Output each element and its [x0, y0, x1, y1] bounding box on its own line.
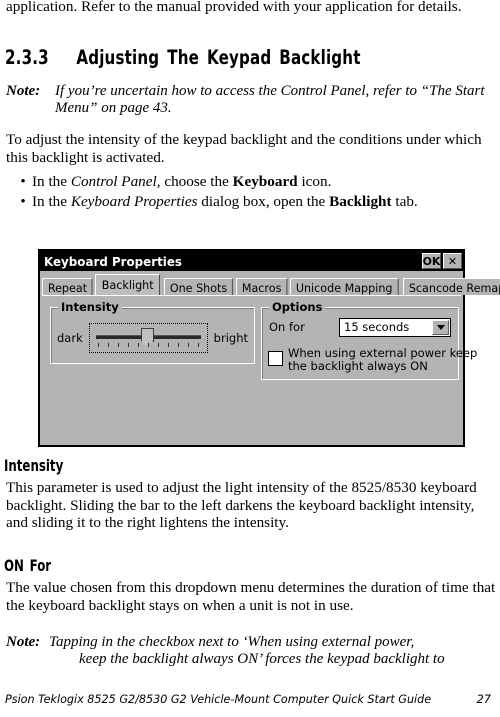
note-top: Note: If you’re uncertain how to access … — [6, 83, 498, 118]
on-for-value: 15 seconds — [344, 320, 410, 334]
dialog-tabstrip: Repeat Backlight One Shots Macros Unicod… — [40, 271, 500, 295]
section-heading: 2.3.3 Adjusting The Keypad Backlight — [5, 46, 361, 69]
slider-dark-label: dark — [57, 331, 83, 345]
slider-tick — [197, 343, 199, 347]
slider-tick — [147, 343, 149, 347]
list-item-text: In the Control Panel, choose the Keyboar… — [32, 172, 476, 192]
tab-scancode-remapping[interactable]: Scancode Remapping — [402, 278, 500, 295]
bullet-0-italic: Control Panel — [70, 173, 157, 190]
note-bottom-line-2: keep the backlight always ON’ forces the… — [79, 651, 445, 668]
subheading-intensity: Intensity — [4, 456, 64, 475]
list-item-text: In the Keyboard Properties dialog box, o… — [32, 192, 476, 212]
tab-repeat[interactable]: Repeat — [42, 278, 93, 295]
note-top-label: Note: — [6, 83, 41, 99]
footer-text: Psion Teklogix 8525 G2/8530 G2 Vehicle-M… — [5, 693, 432, 706]
ok-button[interactable]: OK — [422, 253, 441, 269]
bullet-0-post: icon. — [297, 173, 332, 190]
options-group-label: Options — [269, 300, 326, 314]
tab-unicode-mapping[interactable]: Unicode Mapping — [289, 278, 399, 295]
keyboard-properties-dialog: Keyboard Properties OK ✕ Repeat Backligh… — [38, 249, 500, 447]
on-for-row: On for 15 seconds — [269, 317, 451, 337]
slider-tick — [107, 343, 109, 347]
footer-page-number: 27 — [476, 693, 491, 706]
note-bottom-line-1: Tapping in the checkbox next to ‘When us… — [49, 634, 415, 650]
external-power-checkbox[interactable] — [268, 351, 283, 366]
intensity-paragraph: This parameter is used to adjust the lig… — [6, 479, 477, 532]
slider-tick — [177, 343, 179, 347]
chevron-down-icon[interactable] — [432, 319, 449, 335]
page-footer: Psion Teklogix 8525 G2/8530 G2 Vehicle-M… — [5, 693, 491, 706]
section-number: 2.3.3 — [5, 46, 49, 69]
bullet-0-pre: In the — [32, 173, 71, 190]
slider-ticks — [97, 343, 199, 348]
note-top-text: If you’re uncertain how to access the Co… — [55, 83, 485, 117]
section-title: Adjusting The Keypad Backlight — [76, 46, 361, 69]
slider-thumb[interactable] — [141, 328, 155, 349]
bullet-1-pre: In the — [32, 192, 71, 210]
bullet-marker: • — [20, 192, 26, 210]
note-bottom: Note: Tapping in the checkbox next to ‘W… — [6, 634, 500, 669]
slider-tick — [117, 343, 119, 347]
list-item: • In the Control Panel, choose the Keybo… — [6, 172, 476, 192]
slider-tick — [127, 343, 129, 347]
note-bottom-text: Tapping in the checkbox next to ‘When us… — [49, 634, 499, 669]
intensity-slider[interactable] — [88, 323, 208, 353]
bullet-marker: • — [20, 173, 26, 190]
slider-tick — [187, 343, 189, 347]
close-icon[interactable]: ✕ — [443, 253, 462, 269]
on-for-label: On for — [269, 320, 305, 334]
slider-tick — [167, 343, 169, 347]
intensity-groupbox: Intensity dark bright — [50, 300, 255, 364]
list-item: • In the Keyboard Properties dialog box,… — [6, 192, 476, 212]
on-for-dropdown[interactable]: 15 seconds — [339, 317, 451, 337]
slider-tick — [157, 343, 159, 347]
note-bottom-label: Note: — [6, 634, 41, 650]
tab-backlight[interactable]: Backlight — [95, 274, 161, 295]
options-groupbox: Options On for 15 seconds When using ext… — [261, 300, 477, 380]
tab-one-shots[interactable]: One Shots — [163, 278, 233, 295]
dialog-titlebar: Keyboard Properties OK ✕ — [40, 251, 463, 271]
tab-macros[interactable]: Macros — [236, 278, 288, 295]
bullet-list: • In the Control Panel, choose the Keybo… — [6, 172, 476, 211]
on-for-paragraph: The value chosen from this dropdown menu… — [6, 579, 496, 614]
external-power-checkbox-row[interactable]: When using external power keep the backli… — [268, 347, 477, 373]
external-power-checkbox-label: When using external power keep the backli… — [288, 347, 477, 373]
bullet-1-bold: Backlight — [329, 192, 392, 210]
lead-paragraph: To adjust the intensity of the keypad ba… — [6, 131, 482, 166]
checkbox-line-2: the backlight always ON — [288, 359, 428, 373]
intensity-slider-row: dark bright — [57, 323, 248, 353]
bullet-1-italic: Keyboard Properties — [70, 192, 198, 210]
backlight-tab-panel: Intensity dark bright Options On for 15 … — [42, 295, 477, 443]
bullet-1-mid: dialog box, open the — [197, 192, 330, 210]
bullet-1-post: tab. — [391, 192, 418, 210]
subheading-on-for: ON For — [4, 556, 52, 575]
slider-tick — [137, 343, 139, 347]
checkbox-line-1: When using external power keep — [288, 346, 478, 360]
dialog-title: Keyboard Properties — [44, 253, 182, 269]
slider-tick — [97, 343, 99, 347]
bullet-0-bold: Keyboard — [232, 173, 298, 190]
intensity-group-label: Intensity — [58, 300, 122, 314]
document-page: application. Refer to the manual provide… — [0, 0, 500, 717]
intro-paragraph: application. Refer to the manual provide… — [6, 0, 462, 15]
bullet-0-mid: , choose the — [156, 173, 233, 190]
slider-bright-label: bright — [213, 331, 248, 345]
